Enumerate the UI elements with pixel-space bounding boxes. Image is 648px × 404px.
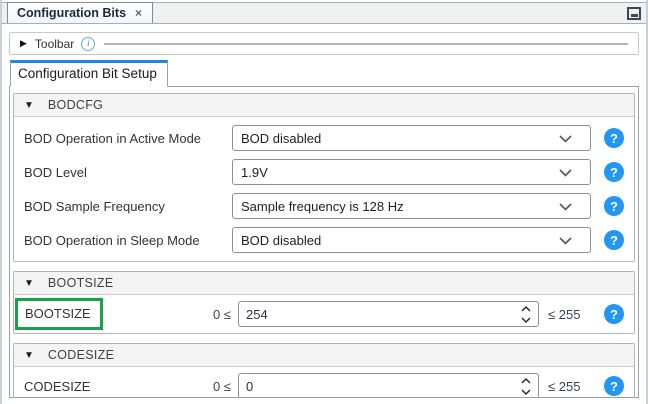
- dropdown-bod-sample-frequency[interactable]: Sample frequency is 128 Hz: [232, 193, 591, 219]
- document-tab-strip: Configuration Bits ×: [2, 2, 646, 24]
- tab-configuration-bit-setup[interactable]: Configuration Bit Setup: [10, 60, 168, 87]
- toolbar-collapsible-bar[interactable]: ▶ Toolbar i: [9, 32, 639, 55]
- codesize-value-input[interactable]: [239, 374, 514, 398]
- chevron-down-icon: [559, 169, 572, 177]
- config-label: BOD Sample Frequency: [24, 199, 232, 214]
- tab-title: Configuration Bits: [17, 6, 126, 20]
- info-icon[interactable]: i: [81, 37, 95, 51]
- section-bootsize: ▼ BOOTSIZE BOOTSIZE 0 ≤ ≤ 255 ?: [13, 271, 635, 334]
- collapse-triangle-icon: ▼: [24, 100, 34, 111]
- section-codesize: ▼ CODESIZE CODESIZE 0 ≤ ≤ 255 ?: [13, 343, 635, 398]
- config-label: BOD Operation in Active Mode: [24, 131, 232, 146]
- section-title: BODCFG: [48, 98, 103, 112]
- toolbar-divider-line: [104, 43, 628, 45]
- section-bodcfg: ▼ BODCFG BOD Operation in Active Mode BO…: [13, 93, 635, 262]
- codesize-spinner: [238, 373, 539, 398]
- toolbar-expand-icon[interactable]: ▶: [20, 38, 27, 49]
- spin-up-button[interactable]: [521, 305, 531, 313]
- codesize-label: CODESIZE: [24, 379, 90, 394]
- config-label: BOD Level: [24, 165, 232, 180]
- bootsize-value-input[interactable]: [239, 302, 514, 326]
- max-bound-text: ≤ 255: [539, 379, 591, 394]
- collapse-triangle-icon: ▼: [24, 350, 34, 361]
- collapse-triangle-icon: ▼: [24, 278, 34, 289]
- dropdown-bod-sleep-mode[interactable]: BOD disabled: [232, 227, 591, 253]
- configuration-bits-window: Configuration Bits × ▶ Toolbar i Configu…: [0, 0, 648, 404]
- tab-configuration-bits[interactable]: Configuration Bits ×: [7, 2, 153, 23]
- minimize-icon: [631, 14, 638, 17]
- dropdown-bod-active-mode[interactable]: BOD disabled: [232, 125, 591, 151]
- dropdown-bod-level[interactable]: 1.9V: [232, 159, 591, 185]
- help-icon[interactable]: ?: [604, 128, 624, 148]
- bootsize-spinner: [238, 301, 539, 327]
- chevron-down-icon: [521, 389, 531, 395]
- max-bound-text: ≤ 255: [539, 307, 591, 322]
- config-bit-setup-panel: ▼ BODCFG BOD Operation in Active Mode BO…: [9, 86, 639, 398]
- min-bound-text: 0 ≤: [213, 379, 238, 394]
- close-tab-icon[interactable]: ×: [135, 6, 142, 20]
- help-icon[interactable]: ?: [604, 230, 624, 250]
- dropdown-value: BOD disabled: [241, 131, 321, 146]
- section-header-codesize[interactable]: ▼ CODESIZE: [14, 344, 634, 367]
- config-row-bod-level: BOD Level 1.9V ?: [14, 155, 634, 189]
- chevron-up-icon: [521, 306, 531, 312]
- config-row-bod-sample-frequency: BOD Sample Frequency Sample frequency is…: [14, 189, 634, 223]
- spin-down-button[interactable]: [521, 388, 531, 396]
- section-title: CODESIZE: [48, 348, 114, 362]
- chevron-down-icon: [521, 317, 531, 323]
- chevron-down-icon: [559, 237, 572, 245]
- config-row-bod-sleep-mode: BOD Operation in Sleep Mode BOD disabled…: [14, 223, 634, 257]
- help-icon[interactable]: ?: [604, 304, 624, 324]
- section-header-bootsize[interactable]: ▼ BOOTSIZE: [14, 272, 634, 295]
- min-bound-text: 0 ≤: [213, 307, 238, 322]
- help-icon[interactable]: ?: [604, 376, 624, 396]
- toolbar-label: Toolbar: [35, 37, 74, 51]
- spin-up-button[interactable]: [521, 377, 531, 385]
- chevron-down-icon: [559, 135, 572, 143]
- dropdown-value: Sample frequency is 128 Hz: [241, 199, 404, 214]
- help-icon[interactable]: ?: [604, 162, 624, 182]
- config-row-bod-active-mode: BOD Operation in Active Mode BOD disable…: [14, 121, 634, 155]
- help-icon[interactable]: ?: [604, 196, 624, 216]
- dropdown-value: 1.9V: [241, 165, 268, 180]
- section-header-bodcfg[interactable]: ▼ BODCFG: [14, 94, 634, 117]
- config-row-bootsize: BOOTSIZE 0 ≤ ≤ 255 ?: [14, 295, 634, 333]
- spin-down-button[interactable]: [521, 316, 531, 324]
- config-row-codesize: CODESIZE 0 ≤ ≤ 255 ?: [14, 367, 634, 398]
- bootsize-label-highlighted: BOOTSIZE: [15, 298, 103, 330]
- config-label: BOD Operation in Sleep Mode: [24, 233, 232, 248]
- chevron-up-icon: [521, 378, 531, 384]
- chevron-down-icon: [559, 203, 572, 211]
- dropdown-value: BOD disabled: [241, 233, 321, 248]
- minimize-window-button[interactable]: [627, 7, 641, 20]
- section-title: BOOTSIZE: [48, 276, 114, 290]
